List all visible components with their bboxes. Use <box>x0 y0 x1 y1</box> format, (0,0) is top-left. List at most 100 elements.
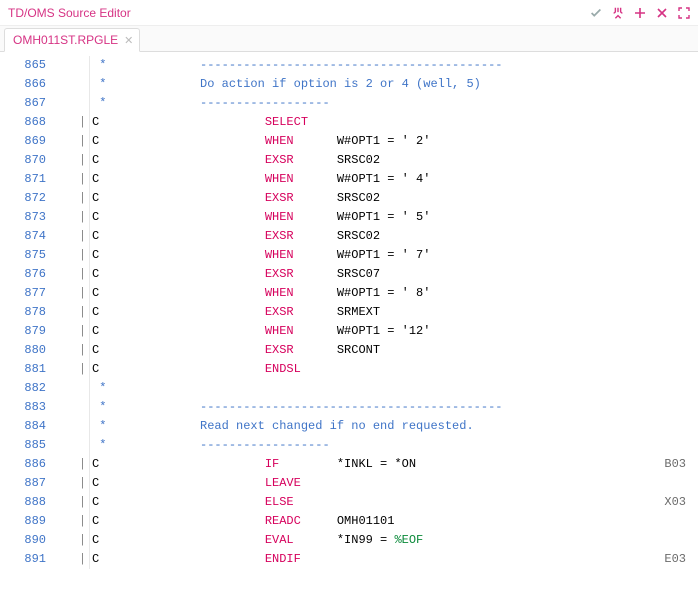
line-number: 885 <box>0 436 52 455</box>
fold-gutter: | <box>76 132 90 151</box>
line-number: 875 <box>0 246 52 265</box>
code-line[interactable]: 881|C ENDSL <box>0 360 698 379</box>
code-line[interactable]: 882 * <box>0 379 698 398</box>
branch-tag: X03 <box>664 493 686 512</box>
code-content[interactable]: C READC OMH01101 <box>90 512 698 531</box>
line-number: 878 <box>0 303 52 322</box>
code-content[interactable]: C EXSR SRSC02 <box>90 151 698 170</box>
code-content[interactable]: C ELSE X03 <box>90 493 698 512</box>
code-content[interactable]: * Read next changed if no end requested. <box>90 417 698 436</box>
code-line[interactable]: 890|C EVAL *IN99 = %EOF <box>0 531 698 550</box>
line-number: 874 <box>0 227 52 246</box>
fold-gutter: | <box>76 303 90 322</box>
line-number: 880 <box>0 341 52 360</box>
code-content[interactable]: C EXSR SRSC07 <box>90 265 698 284</box>
code-content[interactable]: * --------------------------------------… <box>90 56 698 75</box>
code-line[interactable]: 870|C EXSR SRSC02 <box>0 151 698 170</box>
fold-gutter: | <box>76 341 90 360</box>
code-line[interactable]: 883 * ----------------------------------… <box>0 398 698 417</box>
tab-label: OMH011ST.RPGLE <box>13 33 118 47</box>
code-content[interactable]: C EXSR SRSC02 <box>90 189 698 208</box>
line-number: 883 <box>0 398 52 417</box>
code-content[interactable]: C WHEN W#OPT1 = '12' <box>90 322 698 341</box>
line-number: 887 <box>0 474 52 493</box>
code-line[interactable]: 868|C SELECT <box>0 113 698 132</box>
code-line[interactable]: 885 * ------------------ <box>0 436 698 455</box>
code-line[interactable]: 886 |C IF *INKL = *ONB03 <box>0 455 698 474</box>
editor-area[interactable]: 865 * ----------------------------------… <box>0 52 698 602</box>
code-content[interactable]: * ------------------ <box>90 436 698 455</box>
line-number: 890 <box>0 531 52 550</box>
checkmark-icon[interactable] <box>588 5 604 21</box>
close-icon[interactable] <box>654 5 670 21</box>
fold-gutter <box>76 436 90 455</box>
fold-gutter: | <box>76 360 90 379</box>
title-bar: TD/OMS Source Editor <box>0 0 698 26</box>
tab-close-icon[interactable]: ✕ <box>124 34 133 47</box>
code-line[interactable]: 867 * ------------------ <box>0 94 698 113</box>
line-number: 884 <box>0 417 52 436</box>
code-content[interactable]: * --------------------------------------… <box>90 398 698 417</box>
code-content[interactable]: C EVAL *IN99 = %EOF <box>90 531 698 550</box>
code-line[interactable]: 889|C READC OMH01101 <box>0 512 698 531</box>
code-line[interactable]: 878 |C EXSR SRMEXT <box>0 303 698 322</box>
app-title: TD/OMS Source Editor <box>8 6 588 20</box>
code-line[interactable]: 873|C WHEN W#OPT1 = ' 5' <box>0 208 698 227</box>
code-line[interactable]: 888 |C ELSE X03 <box>0 493 698 512</box>
code-content[interactable]: C WHEN W#OPT1 = ' 5' <box>90 208 698 227</box>
code-content[interactable]: C WHEN W#OPT1 = ' 4' <box>90 170 698 189</box>
fold-gutter <box>76 398 90 417</box>
code-content[interactable]: C ENDSL <box>90 360 698 379</box>
code-line[interactable]: 875 |C WHEN W#OPT1 = ' 7' <box>0 246 698 265</box>
code-content[interactable]: C ENDIF E03 <box>90 550 698 569</box>
code-line[interactable]: 884 * Read next changed if no end reques… <box>0 417 698 436</box>
format-icon[interactable] <box>610 5 626 21</box>
expand-icon[interactable] <box>676 5 692 21</box>
line-number: 872 <box>0 189 52 208</box>
code-content[interactable]: C WHEN W#OPT1 = ' 2' <box>90 132 698 151</box>
code-line[interactable]: 869|C WHEN W#OPT1 = ' 2' <box>0 132 698 151</box>
code-line[interactable]: 876|C EXSR SRSC07 <box>0 265 698 284</box>
code-content[interactable]: * Do action if option is 2 or 4 (well, 5… <box>90 75 698 94</box>
code-line[interactable]: 877|C WHEN W#OPT1 = ' 8' <box>0 284 698 303</box>
code-line[interactable]: 887|C LEAVE <box>0 474 698 493</box>
fold-gutter: | <box>76 227 90 246</box>
line-number: 886 <box>0 455 52 474</box>
fold-gutter: | <box>76 550 90 569</box>
code-line[interactable]: 880 |C EXSR SRCONT <box>0 341 698 360</box>
line-number: 876 <box>0 265 52 284</box>
fold-gutter <box>76 75 90 94</box>
plus-icon[interactable] <box>632 5 648 21</box>
code-content[interactable]: C WHEN W#OPT1 = ' 7' <box>90 246 698 265</box>
code-content[interactable]: C EXSR SRMEXT <box>90 303 698 322</box>
tab-active[interactable]: OMH011ST.RPGLE ✕ <box>4 28 140 52</box>
code-content[interactable]: C EXSR SRSC02 <box>90 227 698 246</box>
fold-gutter: | <box>76 151 90 170</box>
code-line[interactable]: 879|C WHEN W#OPT1 = '12' <box>0 322 698 341</box>
code-content[interactable]: C SELECT <box>90 113 698 132</box>
branch-tag: B03 <box>664 455 686 474</box>
code-line[interactable]: 891|C ENDIF E03 <box>0 550 698 569</box>
code-content[interactable]: * ------------------ <box>90 94 698 113</box>
fold-gutter: | <box>76 455 90 474</box>
code-line[interactable]: 865 * ----------------------------------… <box>0 56 698 75</box>
line-number: 866 <box>0 75 52 94</box>
line-number: 882 <box>0 379 52 398</box>
code-content[interactable]: C LEAVE <box>90 474 698 493</box>
code-content[interactable]: C WHEN W#OPT1 = ' 8' <box>90 284 698 303</box>
code-line[interactable]: 866 * Do action if option is 2 or 4 (wel… <box>0 75 698 94</box>
code-content[interactable]: C EXSR SRCONT <box>90 341 698 360</box>
fold-gutter: | <box>76 189 90 208</box>
code-line[interactable]: 871|C WHEN W#OPT1 = ' 4' <box>0 170 698 189</box>
code-line[interactable]: 872 |C EXSR SRSC02 <box>0 189 698 208</box>
code-content[interactable]: C IF *INKL = *ONB03 <box>90 455 698 474</box>
fold-gutter: | <box>76 246 90 265</box>
line-number: 888 <box>0 493 52 512</box>
line-number: 865 <box>0 56 52 75</box>
fold-gutter: | <box>76 512 90 531</box>
line-number: 873 <box>0 208 52 227</box>
fold-gutter: | <box>76 493 90 512</box>
code-content[interactable]: * <box>90 379 698 398</box>
line-number: 877 <box>0 284 52 303</box>
code-line[interactable]: 874 |C EXSR SRSC02 <box>0 227 698 246</box>
